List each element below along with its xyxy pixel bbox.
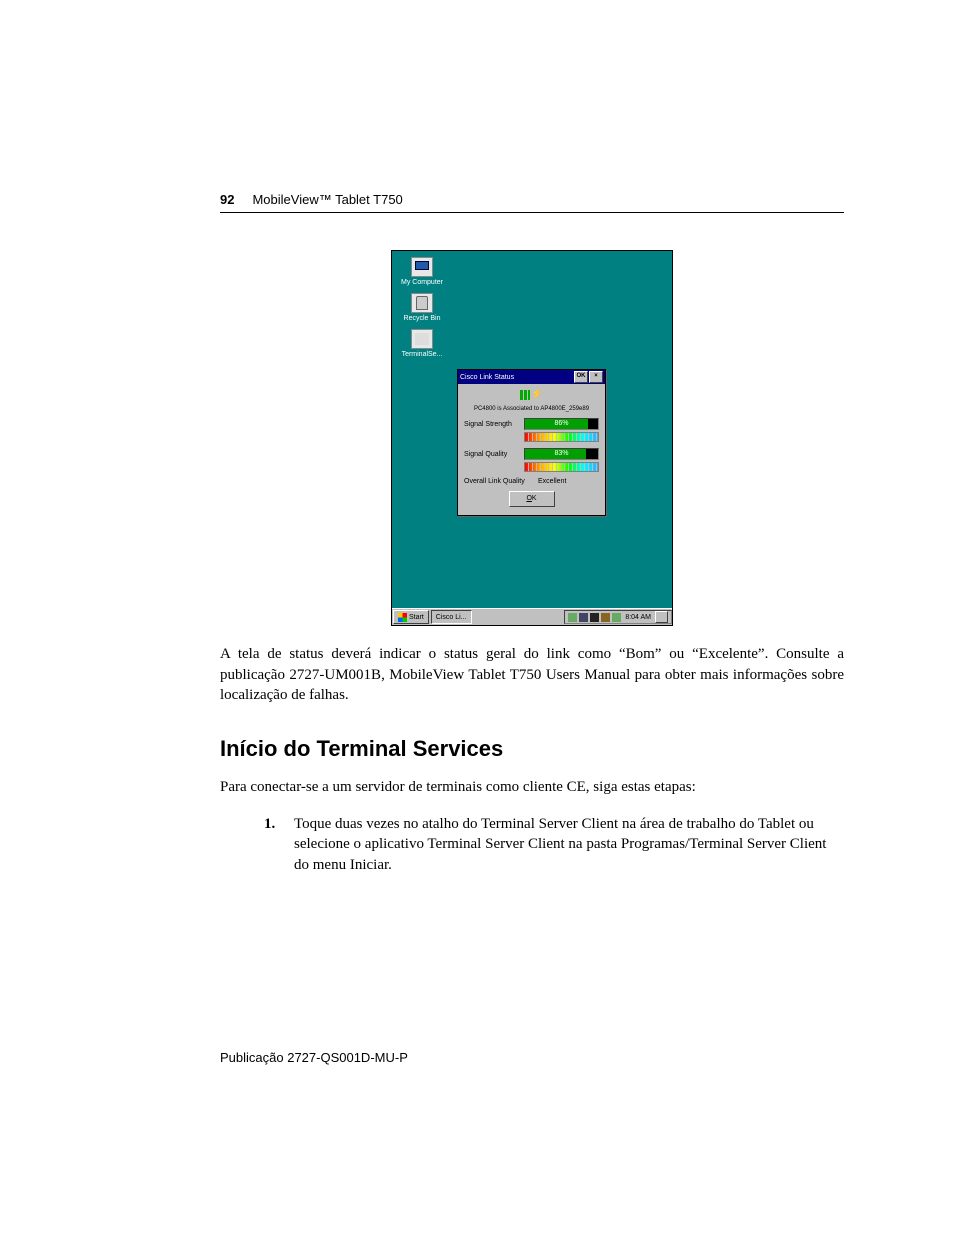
tray-icon-1[interactable] bbox=[568, 613, 577, 622]
tray-clock: 8:04 AM bbox=[625, 614, 651, 621]
signal-quality-meter: 83% bbox=[524, 448, 599, 460]
association-text: PC4800 is Associated to AP4800E_259e89 bbox=[464, 406, 599, 412]
tray-icon-2[interactable] bbox=[579, 613, 588, 622]
signal-strength-value: 86% bbox=[525, 419, 598, 429]
show-desktop-icon[interactable] bbox=[655, 611, 668, 623]
embedded-screenshot: My Computer Recycle Bin TerminalSe... Ci… bbox=[391, 250, 673, 626]
header-title: MobileView™ Tablet T750 bbox=[252, 192, 402, 207]
tray-icon-4[interactable] bbox=[601, 613, 610, 622]
signal-strength-meter: 86% bbox=[524, 418, 599, 430]
header-rule bbox=[220, 212, 844, 213]
tray-icon-3[interactable] bbox=[590, 613, 599, 622]
cisco-link-status-dialog: Cisco Link Status OK × ⚡ PC4800 is Assoc… bbox=[457, 369, 606, 516]
start-button[interactable]: Start bbox=[393, 610, 429, 624]
taskbar: Start Cisco Li... 8:04 AM bbox=[392, 608, 672, 625]
overall-quality-row: Overall Link Quality Excellent bbox=[464, 478, 599, 485]
signal-quality-label: Signal Quality bbox=[464, 451, 524, 458]
overall-quality-value: Excellent bbox=[538, 478, 566, 485]
terminal-icon bbox=[411, 329, 433, 349]
start-label: Start bbox=[409, 614, 424, 621]
section-heading: Início do Terminal Services bbox=[220, 736, 844, 762]
bolt-icon: ⚡ bbox=[531, 390, 543, 400]
desktop-icon-recycle-bin[interactable]: Recycle Bin bbox=[398, 293, 446, 322]
desktop-icon-terminal[interactable]: TerminalSe... bbox=[398, 329, 446, 358]
page-number: 92 bbox=[220, 192, 234, 207]
dialog-titlebar[interactable]: Cisco Link Status OK × bbox=[458, 370, 605, 384]
computer-icon bbox=[411, 257, 433, 277]
recycle-bin-label: Recycle Bin bbox=[398, 315, 446, 322]
my-computer-label: My Computer bbox=[398, 279, 446, 286]
terminal-label: TerminalSe... bbox=[398, 351, 446, 358]
windows-logo-icon bbox=[398, 613, 407, 622]
recycle-bin-icon bbox=[411, 293, 433, 313]
signal-strength-label: Signal Strength bbox=[464, 421, 524, 428]
signal-quality-row: Signal Quality 83% bbox=[464, 448, 599, 460]
step-1-number: 1. bbox=[264, 814, 275, 835]
taskbar-task-label: Cisco Li... bbox=[436, 614, 467, 621]
signal-bars-icon bbox=[520, 390, 530, 400]
taskbar-task-cisco[interactable]: Cisco Li... bbox=[431, 610, 472, 624]
intro-paragraph: Para conectar-se a um servidor de termin… bbox=[220, 777, 844, 798]
caption-paragraph: A tela de status deverá indicar o status… bbox=[220, 644, 844, 706]
overall-quality-label: Overall Link Quality bbox=[464, 478, 538, 485]
dialog-ok-caption-button[interactable]: OK bbox=[574, 371, 588, 383]
step-1-text: Toque duas vezes no atalho do Terminal S… bbox=[294, 816, 826, 873]
signal-strength-row: Signal Strength 86% bbox=[464, 418, 599, 430]
page-header: 92 MobileView™ Tablet T750 bbox=[220, 192, 403, 207]
dialog-ok-button[interactable]: OK bbox=[509, 491, 555, 507]
dialog-close-button[interactable]: × bbox=[589, 371, 603, 383]
signal-quality-value: 83% bbox=[525, 449, 598, 459]
signal-quality-scale bbox=[524, 462, 599, 472]
step-1: 1. Toque duas vezes no atalho do Termina… bbox=[264, 814, 844, 876]
desktop-icon-my-computer[interactable]: My Computer bbox=[398, 257, 446, 286]
tray-icon-5[interactable] bbox=[612, 613, 621, 622]
dialog-title-text: Cisco Link Status bbox=[460, 374, 514, 381]
system-tray: 8:04 AM bbox=[564, 610, 672, 624]
page-footer: Publicação 2727-QS001D-MU-P bbox=[220, 1050, 408, 1065]
signal-graphic: ⚡ bbox=[464, 390, 599, 402]
signal-strength-scale bbox=[524, 432, 599, 442]
